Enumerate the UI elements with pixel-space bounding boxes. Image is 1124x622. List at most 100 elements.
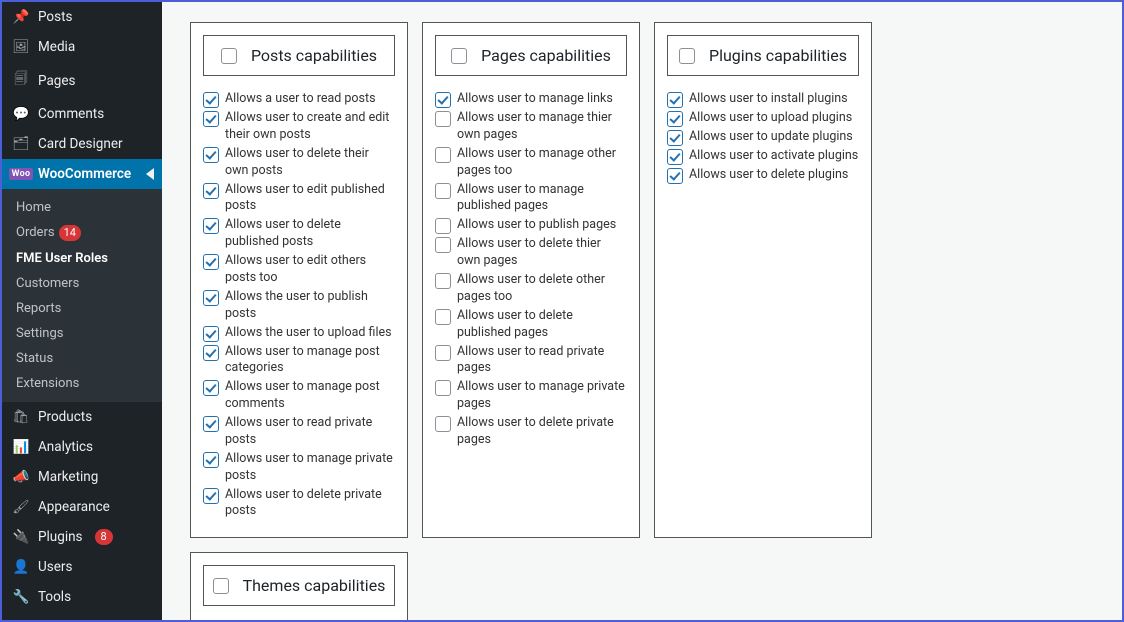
capability-label: Allows user to delete published pages bbox=[457, 308, 627, 342]
capability-checkbox[interactable] bbox=[203, 254, 219, 270]
select-all-pages-checkbox[interactable] bbox=[451, 48, 467, 64]
woo-icon: Woo bbox=[12, 168, 30, 180]
capability-checkbox[interactable] bbox=[435, 345, 451, 361]
comment-icon: 💬 bbox=[12, 106, 30, 122]
submenu-customers[interactable]: Customers bbox=[2, 271, 162, 296]
capability-checkbox[interactable] bbox=[203, 92, 219, 108]
capability-label: Allows user to delete published posts bbox=[225, 217, 395, 251]
capability-label: Allows user to install plugins bbox=[689, 91, 848, 108]
select-all-themes-checkbox[interactable] bbox=[213, 578, 229, 594]
menu-users[interactable]: 👤Users bbox=[2, 552, 162, 582]
capability-checkbox[interactable] bbox=[203, 345, 219, 361]
capability-label: Allows user to manage post categories bbox=[225, 344, 395, 378]
select-all-posts-checkbox[interactable] bbox=[221, 48, 237, 64]
capability-checkbox[interactable] bbox=[435, 380, 451, 396]
capability-checkbox[interactable] bbox=[203, 147, 219, 163]
submenu-reports[interactable]: Reports bbox=[2, 296, 162, 321]
capability-checkbox[interactable] bbox=[435, 273, 451, 289]
capability-row: Allows user to manage post comments bbox=[199, 378, 399, 414]
capability-label: Allows user to edit published posts bbox=[225, 182, 395, 216]
users-icon: 👤 bbox=[12, 559, 30, 575]
capability-checkbox[interactable] bbox=[667, 111, 683, 127]
menu-posts[interactable]: 📌Posts bbox=[2, 2, 162, 32]
menu-products[interactable]: 🛍Products bbox=[2, 402, 162, 432]
submenu-home[interactable]: Home bbox=[2, 195, 162, 220]
menu-analytics[interactable]: 📊Analytics bbox=[2, 432, 162, 462]
capability-checkbox[interactable] bbox=[203, 380, 219, 396]
capability-checkbox[interactable] bbox=[667, 130, 683, 146]
capability-checkbox[interactable] bbox=[435, 237, 451, 253]
capability-label: Allows user to delete other pages too bbox=[457, 272, 627, 306]
capability-label: Allows a user to read posts bbox=[225, 91, 376, 108]
capability-row: Allows user to delete plugins bbox=[663, 166, 863, 185]
card-icon: 🗂 bbox=[12, 136, 30, 152]
capability-label: Allows user to manage thier own pages bbox=[457, 110, 627, 144]
capability-checkbox[interactable] bbox=[435, 92, 451, 108]
capability-checkbox[interactable] bbox=[667, 168, 683, 184]
menu-woocommerce[interactable]: WooWooCommerce bbox=[2, 159, 162, 189]
capability-checkbox[interactable] bbox=[667, 149, 683, 165]
plugins-badge: 8 bbox=[95, 529, 113, 545]
capability-row: Allows a user to read posts bbox=[199, 90, 399, 109]
card-title-themes: Themes capabilities bbox=[243, 576, 386, 595]
capability-row: Allows user to update plugins bbox=[663, 128, 863, 147]
card-header-posts: Posts capabilities bbox=[203, 35, 395, 76]
capability-row: Allows user to install plugins bbox=[663, 90, 863, 109]
capability-row: Allows user to manage links bbox=[431, 90, 631, 109]
capability-label: Allows user to delete their own posts bbox=[225, 146, 395, 180]
submenu-extensions[interactable]: Extensions bbox=[2, 371, 162, 396]
capability-checkbox[interactable] bbox=[435, 183, 451, 199]
submenu-orders[interactable]: Orders14 bbox=[2, 220, 162, 246]
menu-media[interactable]: 🖼Media bbox=[2, 32, 162, 62]
submenu-settings[interactable]: Settings bbox=[2, 321, 162, 346]
main-content: Posts capabilities Allows a user to read … bbox=[162, 2, 1122, 620]
analytics-icon: 📊 bbox=[12, 439, 30, 455]
capability-checkbox[interactable] bbox=[203, 290, 219, 306]
capability-checkbox[interactable] bbox=[203, 183, 219, 199]
card-pages: Pages capabilities Allows user to manage … bbox=[422, 22, 640, 538]
capability-row: Allows user to edit published posts bbox=[199, 181, 399, 217]
capability-label: Allows user to manage links bbox=[457, 91, 613, 108]
capability-label: Allows user to delete plugins bbox=[689, 167, 848, 184]
capability-row: Allows user to read private pages bbox=[431, 343, 631, 379]
capability-checkbox[interactable] bbox=[203, 218, 219, 234]
capability-row: Allows the user to upload files bbox=[199, 324, 399, 343]
capability-label: Allows user to read private posts bbox=[225, 415, 395, 449]
capability-checkbox[interactable] bbox=[203, 488, 219, 504]
capability-label: Allows user to upload plugins bbox=[689, 110, 852, 127]
menu-comments[interactable]: 💬Comments bbox=[2, 99, 162, 129]
capability-row: Allows user to manage post categories bbox=[199, 343, 399, 379]
capability-checkbox[interactable] bbox=[435, 416, 451, 432]
menu-plugins[interactable]: 🔌Plugins8 bbox=[2, 522, 162, 552]
capability-checkbox[interactable] bbox=[203, 452, 219, 468]
card-posts: Posts capabilities Allows a user to read … bbox=[190, 22, 408, 538]
capability-row: Allows user to delete published posts bbox=[199, 216, 399, 252]
submenu-fme-user-roles[interactable]: FME User Roles bbox=[2, 246, 162, 271]
select-all-plugins-checkbox[interactable] bbox=[679, 48, 695, 64]
capability-checkbox[interactable] bbox=[203, 111, 219, 127]
capability-label: Allows user to read private pages bbox=[457, 344, 627, 378]
menu-appearance[interactable]: 🖌Appearance bbox=[2, 492, 162, 522]
submenu-status[interactable]: Status bbox=[2, 346, 162, 371]
capability-checkbox[interactable] bbox=[435, 111, 451, 127]
capability-row: Allows user to manage private posts bbox=[199, 450, 399, 486]
capability-checkbox[interactable] bbox=[435, 147, 451, 163]
capability-row: Allows user to read private posts bbox=[199, 414, 399, 450]
orders-badge: 14 bbox=[59, 225, 81, 241]
menu-card-designer[interactable]: 🗂Card Designer bbox=[2, 129, 162, 159]
capability-checkbox[interactable] bbox=[203, 326, 219, 342]
capability-row: Allows user to manage thier own pages bbox=[431, 109, 631, 145]
menu-tools[interactable]: 🔧Tools bbox=[2, 582, 162, 612]
capability-row: Allows user to delete thier own pages bbox=[431, 235, 631, 271]
capability-checkbox[interactable] bbox=[435, 218, 451, 234]
capability-checkbox[interactable] bbox=[203, 416, 219, 432]
menu-marketing[interactable]: 📣Marketing bbox=[2, 462, 162, 492]
capability-label: Allows the user to upload files bbox=[225, 325, 392, 342]
card-header-pages: Pages capabilities bbox=[435, 35, 627, 76]
menu-pages[interactable]: 🗐Pages bbox=[2, 62, 162, 99]
capability-checkbox[interactable] bbox=[667, 92, 683, 108]
card-title-pages: Pages capabilities bbox=[481, 46, 611, 65]
capability-checkbox[interactable] bbox=[435, 309, 451, 325]
capability-row: Allows user to delete private posts bbox=[199, 486, 399, 522]
marketing-icon: 📣 bbox=[12, 469, 30, 485]
